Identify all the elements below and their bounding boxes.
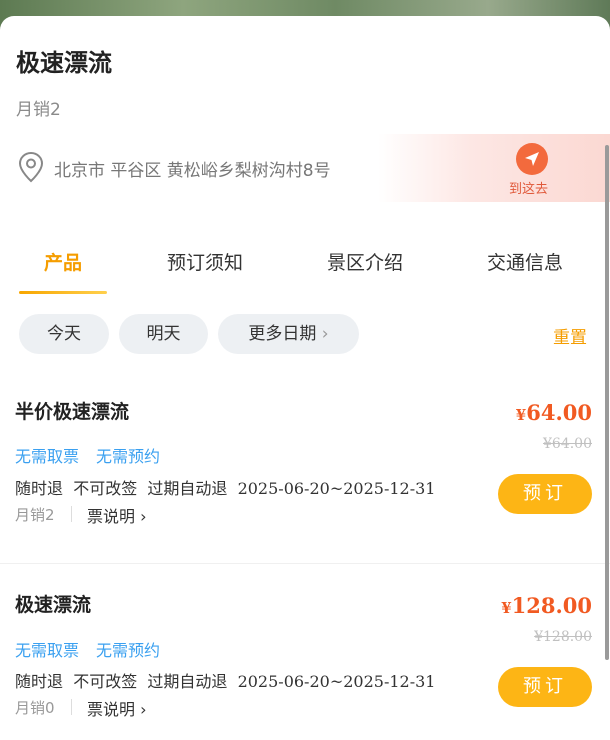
active-tab-indicator — [19, 291, 107, 294]
ticket-price: ¥128.00 — [501, 593, 592, 618]
ticket-note-link[interactable]: 票说明 › — [87, 696, 147, 720]
location-pin-icon — [18, 151, 44, 183]
address-text: 北京市 平谷区 黄松峪乡梨树沟村8号 — [54, 161, 331, 181]
monthly-sales: 月销2 — [16, 100, 61, 120]
date-chip-tomorrow[interactable]: 明天 — [119, 314, 208, 354]
price-value: 64.00 — [526, 400, 592, 425]
original-price: ¥64.00 — [543, 436, 592, 452]
date-chip-today[interactable]: 今天 — [19, 314, 109, 354]
date-chip-more[interactable]: 更多日期 › — [218, 314, 359, 354]
tab-scenic-intro[interactable]: 景区介绍 — [327, 248, 403, 275]
rule-auto-refund: 过期自动退 — [147, 479, 228, 498]
reset-button[interactable]: 重置 — [553, 323, 587, 348]
ticket-monthly-sales: 月销0 — [15, 699, 55, 717]
divider — [71, 699, 72, 715]
rule-refund-anytime: 随时退 — [15, 672, 64, 691]
ticket-rules: 随时退 不可改签 过期自动退 2025-06-20~2025-12-31 — [15, 475, 435, 499]
rule-auto-refund: 过期自动退 — [147, 672, 228, 691]
book-button[interactable]: 预订 — [498, 667, 592, 707]
currency-symbol: ¥ — [515, 406, 527, 424]
navigate-panel[interactable] — [378, 134, 610, 202]
tag-no-reservation: 无需预约 — [96, 641, 161, 660]
tag-no-reservation: 无需预约 — [96, 447, 161, 466]
ticket-note-link[interactable]: 票说明 › — [87, 503, 147, 527]
tab-transport-info[interactable]: 交通信息 — [487, 248, 563, 275]
tab-booking-notes[interactable]: 预订须知 — [167, 248, 243, 275]
ticket-rules: 随时退 不可改签 过期自动退 2025-06-20~2025-12-31 — [15, 668, 435, 692]
tag-no-pickup: 无需取票 — [15, 447, 80, 466]
rule-refund-anytime: 随时退 — [15, 479, 64, 498]
scrollbar[interactable] — [605, 145, 609, 660]
detail-sheet — [0, 16, 610, 740]
book-button[interactable]: 预订 — [498, 474, 592, 514]
divider — [71, 506, 72, 522]
product-title: 极速漂流 — [16, 49, 112, 77]
chevron-right-icon: › — [321, 324, 329, 344]
tab-bar: 产品 预订须知 景区介绍 交通信息 — [0, 240, 600, 300]
tag-no-pickup: 无需取票 — [15, 641, 80, 660]
original-price: ¥128.00 — [534, 629, 592, 645]
ticket-name: 半价极速漂流 — [15, 401, 130, 423]
ticket-name: 极速漂流 — [15, 594, 92, 616]
more-dates-label: 更多日期 — [248, 324, 317, 344]
price-value: 128.00 — [511, 593, 592, 618]
rule-no-change: 不可改签 — [73, 672, 138, 691]
card-divider — [0, 563, 610, 564]
currency-symbol: ¥ — [501, 599, 512, 617]
validity-date-range: 2025-06-20~2025-12-31 — [237, 672, 436, 691]
navigation-arrow-icon[interactable] — [516, 143, 548, 175]
validity-date-range: 2025-06-20~2025-12-31 — [237, 479, 436, 498]
ticket-monthly-sales: 月销2 — [15, 506, 55, 524]
tab-products[interactable]: 产品 — [44, 248, 82, 275]
ticket-price: ¥64.00 — [516, 400, 592, 425]
navigate-label[interactable]: 到这去 — [509, 178, 548, 197]
rule-no-change: 不可改签 — [73, 479, 138, 498]
